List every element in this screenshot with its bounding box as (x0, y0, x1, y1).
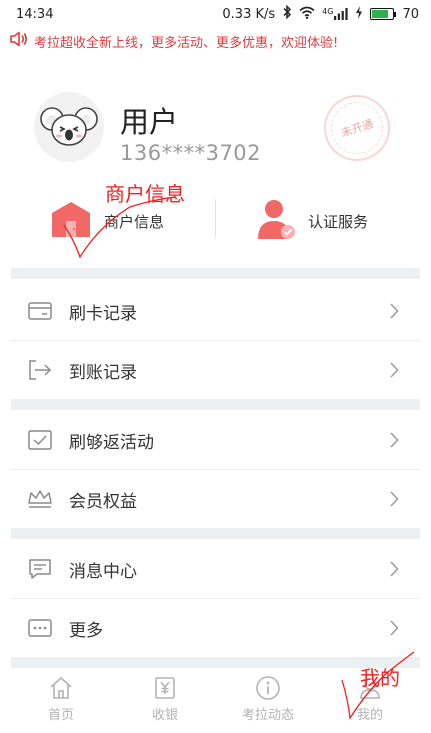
user-profile[interactable]: 用户 136****3702 未开通 (0, 85, 431, 180)
avatar[interactable] (34, 92, 104, 162)
menu-item-message-center[interactable]: 消息中心 (11, 540, 420, 598)
message-center-label: 消息中心 (69, 561, 137, 582)
more-label: 更多 (69, 620, 103, 641)
card-records-label: 刷卡记录 (69, 303, 137, 324)
user-phone: 136****3702 (120, 141, 262, 165)
tab-cashier[interactable]: 收银 (125, 674, 205, 726)
cashback-activity-label: 刷够返活动 (69, 432, 154, 453)
section-gap (11, 399, 420, 410)
charging-icon (355, 5, 363, 23)
status-icons: 0.33 K/s 4G 70 (222, 4, 419, 23)
section-gap (11, 268, 420, 279)
tab-news-label: 考拉动态 (241, 708, 294, 723)
wifi-icon (299, 6, 315, 23)
tab-news[interactable]: 考拉动态 (228, 674, 308, 726)
message-icon (27, 558, 53, 580)
signal-icon: 4G (322, 7, 349, 20)
speaker-icon (10, 31, 28, 51)
menu-item-more[interactable]: 更多 (11, 599, 420, 657)
menu-item-member-benefits[interactable]: 会员权益 (11, 470, 420, 528)
chevron-right-icon (386, 303, 402, 319)
battery-icon (370, 8, 395, 20)
announcement-text: 考拉超收全新上线，更多活动、更多优惠，欢迎体验! (34, 35, 339, 51)
transfer-in-icon (27, 359, 53, 381)
services-divider (215, 199, 216, 237)
announcement-bar[interactable]: 考拉超收全新上线，更多活动、更多优惠，欢迎体验! (10, 30, 425, 52)
battery-indicator: 70 (370, 7, 419, 22)
chevron-right-icon (386, 362, 402, 378)
chevron-right-icon (386, 432, 402, 448)
crown-icon (27, 488, 53, 510)
battery-level: 70 (402, 6, 419, 22)
more-dots-icon (27, 617, 53, 639)
verified-user-icon (252, 197, 298, 245)
auth-service-label: 认证服务 (308, 212, 369, 231)
member-benefits-label: 会员权益 (69, 491, 137, 512)
not-activated-stamp: 未开通 (315, 86, 399, 170)
tab-home-label: 首页 (47, 708, 74, 723)
arrival-records-label: 到账记录 (69, 362, 137, 383)
menu-item-card-records[interactable]: 刷卡记录 (11, 282, 420, 340)
network-type: 4G (322, 7, 334, 16)
user-name: 用户 (120, 105, 179, 139)
chevron-right-icon (386, 561, 402, 577)
chevron-right-icon (386, 620, 402, 636)
annotation-checkmark-mine (341, 651, 415, 720)
status-time: 14:34 (16, 6, 54, 22)
koala-avatar-icon (40, 107, 98, 146)
home-icon (47, 674, 75, 702)
network-speed: 0.33 K/s (222, 6, 276, 22)
bluetooth-icon (282, 4, 292, 23)
menu-item-arrival-records[interactable]: 到账记录 (11, 341, 420, 399)
annotation-checkmark-merchant (63, 196, 177, 259)
chevron-right-icon (386, 491, 402, 507)
menu-item-cashback-activity[interactable]: 刷够返活动 (11, 411, 420, 469)
yuan-receipt-icon (151, 674, 179, 702)
status-bar: 14:34 0.33 K/s 4G 70 (0, 0, 431, 28)
tab-home[interactable]: 首页 (21, 674, 101, 726)
section-gap (11, 528, 420, 539)
info-icon (254, 674, 282, 702)
auth-service-button[interactable]: 认证服务 (252, 186, 368, 256)
tab-cashier-label: 收银 (151, 708, 178, 723)
card-icon (27, 300, 53, 322)
check-box-icon (27, 429, 53, 451)
